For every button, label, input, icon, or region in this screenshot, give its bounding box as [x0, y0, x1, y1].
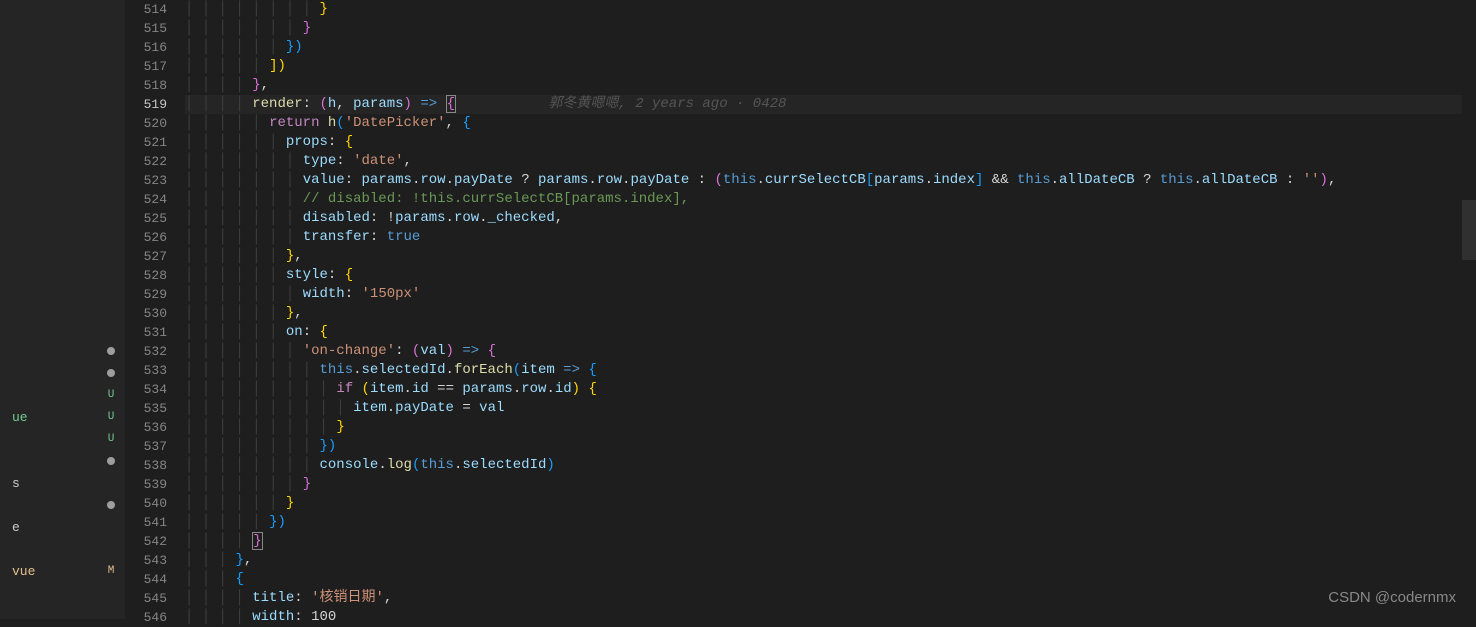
code-line[interactable]: │ │ │ │ render: (h, params) => { 郭冬黄嗯嗯, …: [185, 95, 1476, 114]
sidebar-file-item[interactable]: [0, 450, 125, 472]
line-number: 521: [125, 133, 185, 152]
code-line[interactable]: │ │ │ │ │ │ │ width: '150px': [185, 285, 1476, 304]
line-number: 528: [125, 266, 185, 285]
file-status-marker: [107, 347, 115, 355]
line-number: 536: [125, 418, 185, 437]
line-number: 546: [125, 608, 185, 627]
line-number: 522: [125, 152, 185, 171]
code-line[interactable]: │ │ │ │ │ │ style: {: [185, 266, 1476, 285]
file-label: e: [12, 518, 20, 537]
line-number: 540: [125, 494, 185, 513]
code-line[interactable]: │ │ │ │ │ return h('DatePicker', {: [185, 114, 1476, 133]
code-line[interactable]: │ │ │ │ width: 100: [185, 608, 1476, 627]
line-number: 524: [125, 190, 185, 209]
file-status-marker: U: [105, 430, 117, 449]
file-status-marker: M: [105, 562, 117, 581]
code-line[interactable]: │ │ │ │ │ │ │ │ │ │ item.payDate = val: [185, 399, 1476, 418]
code-line[interactable]: │ │ │ },: [185, 551, 1476, 570]
code-line[interactable]: │ │ │ │ │ }): [185, 513, 1476, 532]
line-number: 533: [125, 361, 185, 380]
line-number: 525: [125, 209, 185, 228]
code-line[interactable]: │ │ │ │ │ │ },: [185, 247, 1476, 266]
line-gutter: 5145155165175185195205215225235245255265…: [125, 0, 185, 619]
file-status-marker: U: [105, 386, 117, 405]
vertical-scrollbar[interactable]: [1462, 0, 1476, 619]
code-line[interactable]: │ │ │ │ │ │ │ transfer: true: [185, 228, 1476, 247]
line-number: 520: [125, 114, 185, 133]
file-status-marker: U: [105, 408, 117, 427]
line-number: 534: [125, 380, 185, 399]
sidebar-file-item[interactable]: s: [0, 472, 125, 494]
gitlens-annotation: 郭冬黄嗯嗯, 2 years ago · 0428: [548, 96, 786, 112]
file-label: ue: [12, 408, 28, 427]
code-line[interactable]: │ │ │ │ │ │ │ disabled: !params.row._che…: [185, 209, 1476, 228]
line-number: 532: [125, 342, 185, 361]
line-number: 523: [125, 171, 185, 190]
code-line[interactable]: │ │ │ │ │ │ │ value: params.row.payDate …: [185, 171, 1476, 190]
code-line[interactable]: │ │ │ │ },: [185, 76, 1476, 95]
file-status-marker: [107, 369, 115, 377]
line-number: 529: [125, 285, 185, 304]
code-line[interactable]: │ │ │ │ │ │ │ │ │ if (item.id == params.…: [185, 380, 1476, 399]
line-number: 542: [125, 532, 185, 551]
code-content[interactable]: │ │ │ │ │ │ │ │ }│ │ │ │ │ │ │ }│ │ │ │ …: [185, 0, 1476, 619]
code-line[interactable]: │ │ │ │ title: '核销日期',: [185, 589, 1476, 608]
line-number: 516: [125, 38, 185, 57]
line-number: 544: [125, 570, 185, 589]
code-line[interactable]: │ │ │ │ │ │ on: {: [185, 323, 1476, 342]
code-line[interactable]: │ │ │ │ │ │ │ │ this.selectedId.forEach(…: [185, 361, 1476, 380]
code-editor[interactable]: 5145155165175185195205215225235245255265…: [125, 0, 1476, 619]
file-label: vue: [12, 562, 35, 581]
line-number: 515: [125, 19, 185, 38]
line-number: 538: [125, 456, 185, 475]
sidebar-file-item[interactable]: [0, 362, 125, 384]
code-line[interactable]: │ │ │ │ │ │ │ // disabled: !this.currSel…: [185, 190, 1476, 209]
line-number: 518: [125, 76, 185, 95]
line-number: 519: [125, 95, 185, 114]
line-number: 527: [125, 247, 185, 266]
sidebar-file-item[interactable]: ue U: [0, 406, 125, 428]
sidebar-file-item[interactable]: [0, 340, 125, 362]
line-number: 531: [125, 323, 185, 342]
file-status-marker: [107, 457, 115, 465]
code-line[interactable]: │ │ │ │ │ │ │ │ }: [185, 0, 1476, 19]
sidebar-file-item[interactable]: vue M: [0, 560, 125, 582]
code-line[interactable]: │ │ │ │ │ │ },: [185, 304, 1476, 323]
sidebar-file-item[interactable]: [0, 538, 125, 560]
line-number: 535: [125, 399, 185, 418]
line-number: 537: [125, 437, 185, 456]
code-line[interactable]: │ │ │ │ │ │ │ 'on-change': (val) => {: [185, 342, 1476, 361]
line-number: 530: [125, 304, 185, 323]
line-number: 545: [125, 589, 185, 608]
scroll-thumb[interactable]: [1462, 200, 1476, 260]
code-line[interactable]: │ │ │ │ │ │ }: [185, 494, 1476, 513]
sidebar-file-item[interactable]: e: [0, 516, 125, 538]
code-line[interactable]: │ │ │ │ │ │ │ }: [185, 19, 1476, 38]
code-line[interactable]: │ │ │ │ }: [185, 532, 1476, 551]
code-line[interactable]: │ │ │ │ │ │ │ type: 'date',: [185, 152, 1476, 171]
line-number: 543: [125, 551, 185, 570]
sidebar-file-item[interactable]: U: [0, 384, 125, 406]
code-line[interactable]: │ │ │ │ │ │ │ │ console.log(this.selecte…: [185, 456, 1476, 475]
watermark: CSDN @codernmx: [1328, 588, 1456, 607]
code-line[interactable]: │ │ │ │ │ │ │ }: [185, 475, 1476, 494]
file-explorer[interactable]: UueUUsevueM: [0, 0, 125, 619]
sidebar-file-item[interactable]: [0, 494, 125, 516]
line-number: 514: [125, 0, 185, 19]
code-line[interactable]: │ │ │ {: [185, 570, 1476, 589]
file-label: s: [12, 474, 20, 493]
code-line[interactable]: │ │ │ │ │ ]): [185, 57, 1476, 76]
line-number: 526: [125, 228, 185, 247]
line-number: 517: [125, 57, 185, 76]
code-line[interactable]: │ │ │ │ │ │ props: {: [185, 133, 1476, 152]
code-line[interactable]: │ │ │ │ │ │ }): [185, 38, 1476, 57]
code-line[interactable]: │ │ │ │ │ │ │ │ }): [185, 437, 1476, 456]
line-number: 541: [125, 513, 185, 532]
sidebar-file-item[interactable]: U: [0, 428, 125, 450]
line-number: 539: [125, 475, 185, 494]
file-status-marker: [107, 501, 115, 509]
code-line[interactable]: │ │ │ │ │ │ │ │ │ }: [185, 418, 1476, 437]
